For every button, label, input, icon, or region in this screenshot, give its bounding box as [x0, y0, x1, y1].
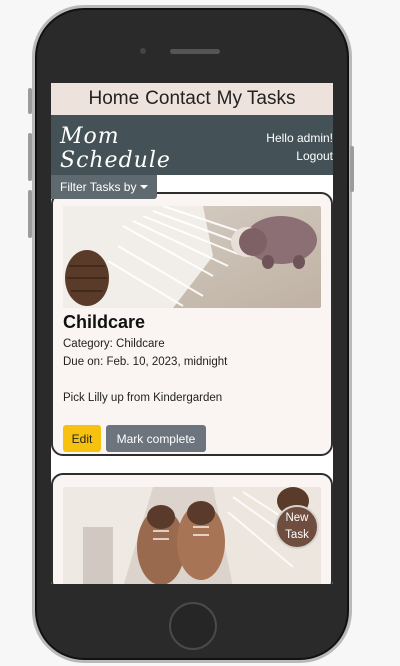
- home-button[interactable]: [169, 602, 217, 650]
- task-title: Childcare: [63, 312, 146, 332]
- mute-switch: [28, 88, 32, 114]
- power-button: [350, 146, 354, 192]
- filter-tasks-dropdown[interactable]: Filter Tasks by: [51, 175, 158, 199]
- nav-my-tasks[interactable]: My Tasks: [217, 88, 296, 110]
- user-greeting: Hello admin!: [266, 131, 333, 145]
- task-due-date: Due on: Feb. 10, 2023, midnight: [63, 356, 228, 368]
- camera-icon: [140, 48, 146, 54]
- blanket-toy-photo: [63, 206, 321, 308]
- app-header: Mom Schedule Hello admin! Logout: [51, 115, 333, 175]
- logout-link[interactable]: Logout: [266, 147, 333, 165]
- brand-line-1: Mom: [60, 124, 120, 149]
- speaker-grille: [170, 49, 220, 54]
- volume-up-button: [28, 133, 32, 181]
- nav-home[interactable]: Home: [88, 88, 139, 110]
- new-task-label-2: Task: [285, 529, 309, 541]
- chevron-down-icon: [140, 185, 149, 189]
- user-menu: Hello admin! Logout: [266, 129, 333, 165]
- new-task-button[interactable]: New Task: [275, 505, 319, 549]
- task-card: Childcare Category: Childcare Due on: Fe…: [51, 192, 333, 456]
- page: Home Contact My Tasks Mom Schedule Hello…: [0, 0, 400, 666]
- volume-down-button: [28, 190, 32, 238]
- new-task-label-1: New: [285, 512, 309, 524]
- filter-label: Filter Tasks by: [60, 180, 137, 194]
- brand-line-2: Schedule: [60, 148, 171, 173]
- edit-button[interactable]: Edit: [63, 425, 101, 452]
- app-screen: Home Contact My Tasks Mom Schedule Hello…: [51, 83, 333, 584]
- mark-complete-button[interactable]: Mark complete: [106, 425, 206, 452]
- brand-logo[interactable]: Mom Schedule: [60, 125, 171, 173]
- task-category: Category: Childcare: [63, 338, 165, 350]
- top-nav: Home Contact My Tasks: [51, 83, 333, 115]
- task-image: [63, 206, 321, 308]
- task-description: Pick Lilly up from Kindergarden: [63, 392, 223, 404]
- nav-contact[interactable]: Contact: [145, 88, 210, 110]
